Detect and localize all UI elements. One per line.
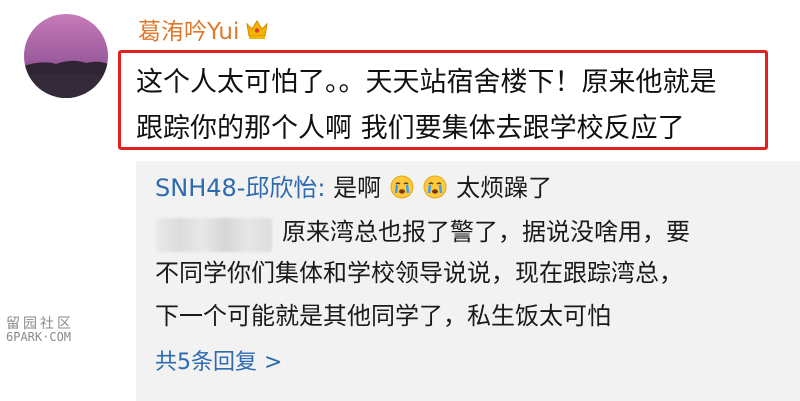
blurred-username [156, 218, 272, 252]
comment-text-line-2: 跟踪你的那个人啊 我们要集体去跟学校反应了 [136, 113, 685, 144]
reply-text-line-2: 原来湾总也报了警了，据说没啥用，要 [282, 218, 690, 246]
watermark: 留园社区 6PARK·COM [6, 317, 74, 344]
username[interactable]: 葛洧吟Yui [138, 12, 269, 46]
comment-text-line-1: 这个人太可怕了。。天天站宿舍楼下！原来他就是 [136, 67, 717, 98]
reply-item: SNH48-邱欣怡: 是啊 太烦躁了 [155, 168, 552, 203]
vip-crown-icon [245, 18, 269, 40]
reply-text-line-3: 不同学你们集体和学校领导说说，现在跟踪湾总， [155, 259, 683, 287]
watermark-bottom: 6PARK·COM [6, 330, 72, 344]
avatar[interactable] [24, 14, 108, 98]
reply-text-line-4: 下一个可能就是其他同学了，私生饭太可怕 [155, 302, 611, 330]
username-text[interactable]: 葛洧吟Yui [138, 12, 239, 46]
avatar-image [24, 14, 108, 98]
reply-author-link[interactable]: SNH48-邱欣怡: [155, 174, 326, 202]
view-more-replies-link[interactable]: 共5条回复 > [155, 344, 282, 376]
crying-emoji-icon [423, 175, 447, 199]
reply-text-after-emoji: 太烦躁了 [456, 174, 553, 202]
crying-emoji-icon [390, 175, 414, 199]
reply-text: 是啊 [333, 174, 382, 202]
